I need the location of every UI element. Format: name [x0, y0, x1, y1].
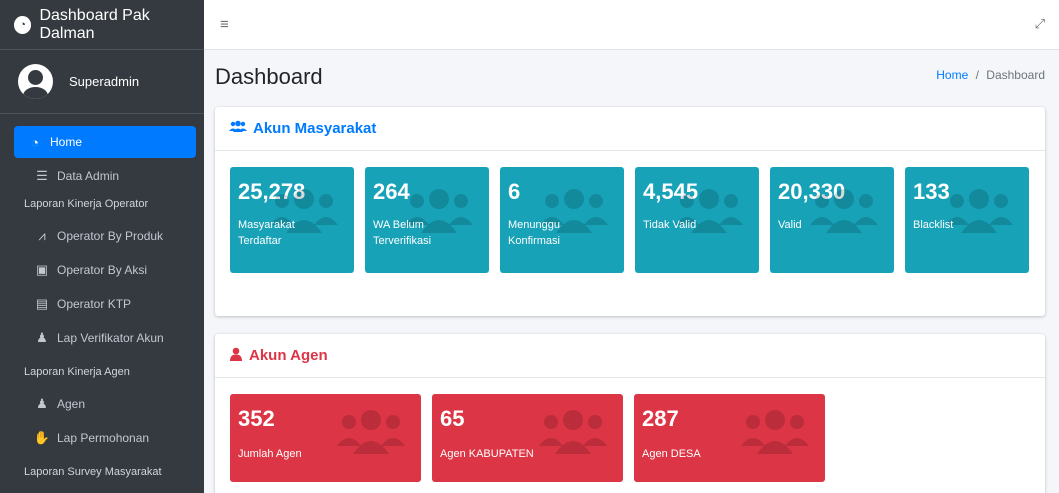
box-value: 65: [440, 406, 465, 431]
nav-header-agen: Laporan Kinerja Agen: [24, 366, 130, 378]
brand-link[interactable]: ◔ Dashboard Pak Dalman: [0, 0, 204, 50]
sidebar-item-operator-by-aksi[interactable]: ▣ Operator By Aksi: [15, 254, 196, 286]
info-box-agen-kabupaten[interactable]: 65 Agen KABUPATEN: [432, 394, 623, 482]
box-label: Agen KABUPATEN: [440, 448, 534, 460]
breadcrumb: Home / Dashboard: [936, 68, 1045, 82]
box-value: 6: [508, 179, 521, 204]
user-tie-icon: ♟: [36, 396, 48, 411]
nav-header-survey: Laporan Survey Masyarakat: [24, 466, 162, 478]
box-label: Jumlah Agen: [238, 448, 302, 460]
users-icon: [229, 120, 247, 137]
sidebar-nav: ◔ Home ☰ Data Admin Laporan Kinerja Oper…: [0, 126, 204, 488]
box-value: 352: [238, 406, 275, 431]
info-box-jumlah-agen[interactable]: 352 Jumlah Agen: [230, 394, 421, 482]
fullscreen-expand-icon[interactable]: ⤢: [1035, 16, 1045, 32]
chalkboard-teacher-icon: ▣: [35, 262, 49, 277]
user-check-icon: ♟: [36, 330, 48, 345]
info-box-masyarakat-terdaftar[interactable]: 25,278 Masyarakat Terdaftar: [230, 167, 354, 273]
box-label: Valid: [778, 219, 802, 231]
card-header: Akun Agen: [215, 334, 1045, 378]
info-box-wa-belum-terverifikasi[interactable]: 264 WA Belum Terverifikasi: [365, 167, 489, 273]
info-box-tidak-valid[interactable]: 4,545 Tidak Valid: [635, 167, 759, 273]
info-box-valid[interactable]: 20,330 Valid: [770, 167, 894, 273]
id-card-icon: ▤: [35, 296, 49, 311]
akun-masyarakat-card: Akun Masyarakat 25,278 Masyarakat Terdaf…: [215, 107, 1045, 316]
card-title: Akun Agen: [249, 347, 328, 364]
box-label: Masyarakat Terdaftar: [238, 219, 295, 247]
sidebar-item-lap-permohonan[interactable]: ✋ Lap Permohonan: [15, 422, 196, 454]
user-panel[interactable]: Superadmin: [0, 50, 204, 114]
sidebar-item-agen[interactable]: ♟ Agen: [15, 388, 196, 420]
info-box-blacklist[interactable]: 133 Blacklist: [905, 167, 1029, 273]
user-name: Superadmin: [69, 74, 140, 89]
akun-agen-card: Akun Agen 352 Jumlah Agen 65 Agen KABUPA…: [215, 334, 1045, 493]
breadcrumb-separator: /: [975, 68, 979, 82]
sidebar: ◔ Dashboard Pak Dalman Superadmin ◔ Home…: [0, 0, 204, 493]
breadcrumb-home-link[interactable]: Home: [936, 68, 968, 82]
nav-header-operator: Laporan Kinerja Operator: [24, 198, 149, 210]
user-avatar-icon: [18, 64, 53, 99]
info-box-agen-desa[interactable]: 287 Agen DESA: [634, 394, 825, 482]
sidebar-item-label: Operator KTP: [57, 297, 132, 311]
sidebar-item-operator-by-produk[interactable]: ⩘ Operator By Produk: [15, 220, 196, 252]
card-title: Akun Masyarakat: [253, 120, 377, 137]
box-label: WA Belum Terverifikasi: [373, 219, 432, 247]
sidebar-item-label: Agen: [57, 397, 86, 411]
hands-helping-icon: ✋: [33, 430, 51, 445]
sidebar-item-data-admin[interactable]: ☰ Data Admin: [15, 160, 196, 192]
content-header: Dashboard Home / Dashboard: [204, 50, 1059, 106]
sidebar-item-label: Operator By Aksi: [57, 263, 148, 277]
sidebar-item-label: Lap Verifikator Akun: [57, 331, 164, 345]
box-label: Menunggu Konfirmasi: [508, 219, 560, 247]
list-icon: ☰: [36, 168, 48, 183]
sidebar-item-lap-verifikator-akun[interactable]: ♟ Lap Verifikator Akun: [15, 322, 196, 354]
chart-line-icon: ⩘: [38, 228, 46, 243]
hamburger-menu-icon[interactable]: ≡: [220, 16, 229, 33]
sidebar-item-label: Lap Permohonan: [57, 431, 150, 445]
tachometer-icon: ◔: [31, 134, 39, 150]
sidebar-item-label: Home: [50, 135, 83, 149]
card-header: Akun Masyarakat: [215, 107, 1045, 151]
user-tie-icon: [229, 347, 243, 364]
sidebar-item-label: Operator By Produk: [57, 229, 164, 243]
breadcrumb-current: Dashboard: [986, 68, 1045, 82]
sidebar-item-operator-ktp[interactable]: ▤ Operator KTP: [15, 288, 196, 320]
page-title: Dashboard: [215, 64, 323, 89]
box-label: Tidak Valid: [643, 219, 697, 231]
brand-title: Dashboard Pak Dalman: [39, 6, 150, 42]
sidebar-item-label: Data Admin: [57, 169, 120, 183]
box-label: Blacklist: [913, 219, 954, 231]
box-value: 287: [642, 406, 679, 431]
box-label: Agen DESA: [642, 448, 701, 460]
sidebar-item-home[interactable]: ◔ Home: [14, 126, 196, 158]
top-navbar: ≡ ⤢: [204, 0, 1059, 50]
info-box-menunggu-konfirmasi[interactable]: 6 Menunggu Konfirmasi: [500, 167, 624, 273]
tachometer-icon: ◔: [14, 15, 32, 34]
